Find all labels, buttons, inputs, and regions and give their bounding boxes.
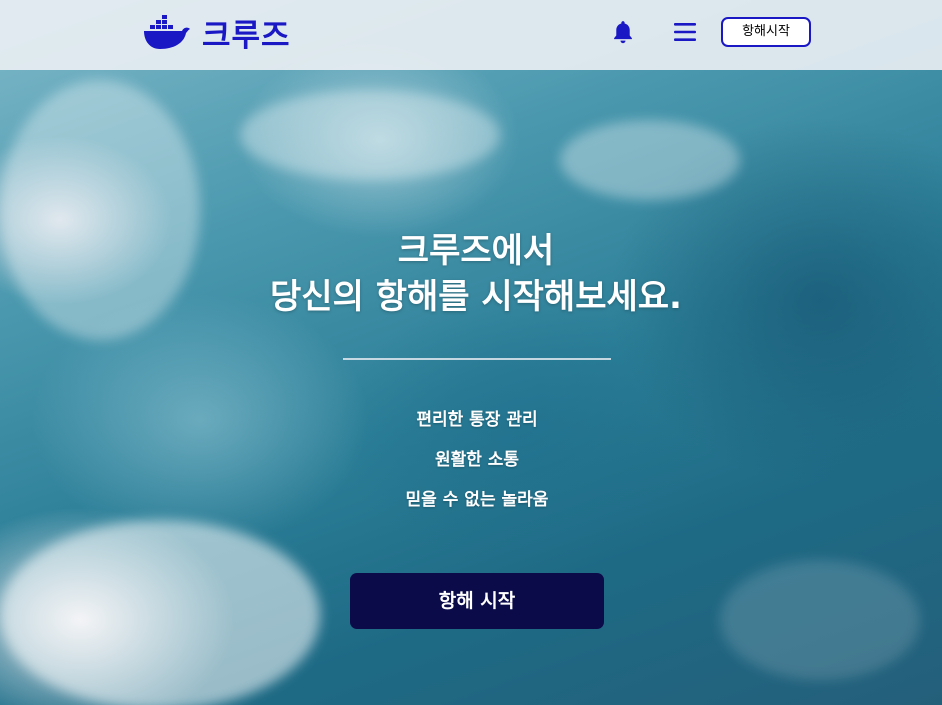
hero-title: 크루즈에서 당신의 항해를 시작해보세요. bbox=[0, 228, 942, 320]
brand-logo[interactable]: 크루즈 bbox=[142, 10, 291, 55]
hero-title-line1: 크루즈에서 bbox=[397, 231, 555, 271]
hero-divider bbox=[343, 358, 611, 360]
feature-item: 믿을 수 없는 놀라움 bbox=[405, 490, 549, 510]
hamburger-menu-icon[interactable] bbox=[674, 22, 696, 42]
hero-title-line2: 당신의 항해를 시작해보세요. bbox=[270, 277, 682, 317]
whale-icon bbox=[144, 14, 190, 49]
header-start-button[interactable]: 항해시작 bbox=[721, 17, 811, 47]
feature-item: 편리한 통장 관리 bbox=[416, 410, 538, 430]
wave-foam bbox=[720, 560, 920, 680]
bell-icon[interactable] bbox=[610, 19, 636, 45]
start-voyage-button[interactable]: 항해 시작 bbox=[350, 573, 604, 629]
brand-name: 크루즈 bbox=[202, 18, 291, 54]
top-navbar: 크루즈 항해시작 bbox=[0, 0, 942, 70]
wave-foam bbox=[0, 520, 320, 705]
wave-foam bbox=[240, 90, 500, 180]
landing-page: 크루즈 항해시작 크루즈에서 당신의 항해를 시작해보세요. 편리한 통장 관리… bbox=[0, 0, 942, 705]
feature-item: 원활한 소통 bbox=[434, 450, 520, 470]
wave-foam bbox=[560, 120, 740, 200]
